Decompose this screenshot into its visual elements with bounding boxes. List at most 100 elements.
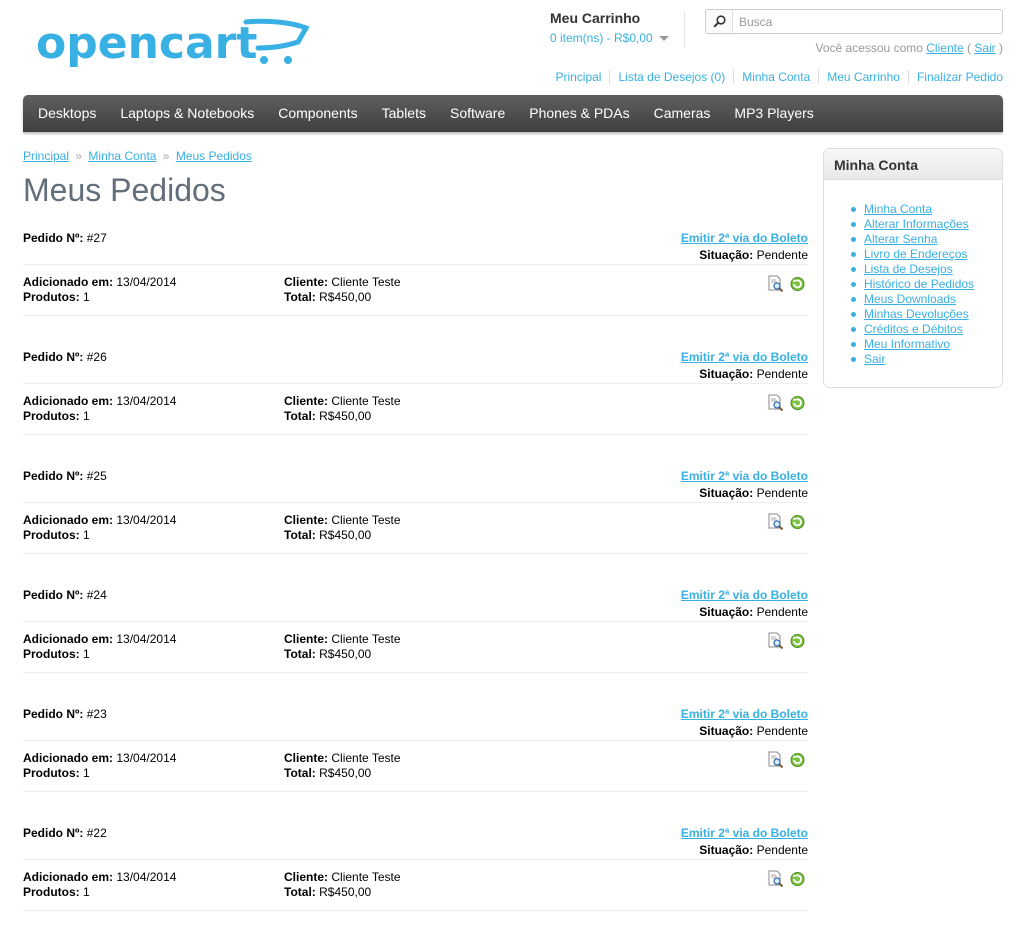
sidebar-link[interactable]: Meus Downloads (864, 292, 956, 306)
menu-item-desktops[interactable]: Desktops (26, 95, 108, 132)
products-value: 1 (83, 290, 90, 304)
date-label: Adicionado em: (23, 751, 114, 765)
menu-item-laptops[interactable]: Laptops & Notebooks (108, 95, 266, 132)
order-item: Pedido Nº: #26 Emitir 2ª via do Boleto S… (23, 340, 808, 459)
account-sidebar: Minha Conta Minha Conta Alterar Informaç… (823, 148, 1003, 388)
order-status: Situação: Pendente (699, 367, 808, 381)
view-order-icon[interactable] (767, 632, 784, 650)
boleto-link[interactable]: Emitir 2ª via do Boleto (681, 826, 808, 840)
order-item: Pedido Nº: #22 Emitir 2ª via do Boleto S… (23, 816, 808, 935)
sidebar-link[interactable]: Créditos e Débitos (864, 322, 963, 336)
products-label: Produtos: (23, 885, 80, 899)
order-status: Situação: Pendente (699, 605, 808, 619)
order-id: Pedido Nº: #24 (23, 588, 107, 602)
boleto-link[interactable]: Emitir 2ª via do Boleto (681, 231, 808, 245)
total-value: R$450,00 (319, 885, 372, 899)
menu-item-phones[interactable]: Phones & PDAs (517, 95, 641, 132)
reorder-icon[interactable] (789, 275, 806, 292)
products-value: 1 (83, 409, 90, 423)
boleto-link[interactable]: Emitir 2ª via do Boleto (681, 588, 808, 602)
view-order-icon[interactable] (767, 275, 784, 293)
view-order-icon[interactable] (767, 870, 784, 888)
menu-item-mp3[interactable]: MP3 Players (722, 95, 825, 132)
order-id-label: Pedido Nº: (23, 350, 84, 364)
customer-label: Cliente: (284, 394, 329, 408)
order-item: Pedido Nº: #25 Emitir 2ª via do Boleto S… (23, 459, 808, 578)
account-link[interactable]: Cliente (926, 41, 963, 55)
products-label: Produtos: (23, 647, 80, 661)
order-content: Adicionado em: 13/04/2014 Produtos: 1 Cl… (23, 741, 808, 792)
reorder-icon[interactable] (789, 513, 806, 530)
opencart-logo[interactable]: opencart (36, 16, 311, 76)
order-total: Total: R$450,00 (284, 290, 371, 304)
order-id: Pedido Nº: #26 (23, 350, 107, 364)
welcome-open-paren: ( (966, 41, 971, 55)
customer-label: Cliente: (284, 275, 329, 289)
breadcrumb-home[interactable]: Principal (23, 149, 69, 163)
top-link-cart[interactable]: Meu Carrinho (818, 70, 908, 84)
top-link-checkout[interactable]: Finalizar Pedido (907, 70, 1003, 84)
sidebar-item-edit-info: Alterar Informações (850, 217, 974, 232)
boleto-link[interactable]: Emitir 2ª via do Boleto (681, 469, 808, 483)
logout-link[interactable]: Sair (974, 41, 995, 55)
search-button[interactable] (706, 10, 733, 33)
reorder-icon[interactable] (789, 394, 806, 411)
cart-total[interactable]: 0 item(ns) - R$0,00 (550, 31, 669, 45)
sidebar-link[interactable]: Minha Conta (864, 202, 932, 216)
sidebar-link[interactable]: Sair (864, 352, 885, 366)
customer-value: Cliente Teste (331, 513, 401, 527)
sidebar-link[interactable]: Histórico de Pedidos (864, 277, 974, 291)
boleto-link[interactable]: Emitir 2ª via do Boleto (681, 350, 808, 364)
order-products: Produtos: 1 (23, 885, 90, 899)
cart-widget[interactable]: Meu Carrinho 0 item(ns) - R$0,00 (550, 10, 669, 45)
top-link-wishlist[interactable]: Lista de Desejos (0) (609, 70, 733, 84)
sidebar-item-password: Alterar Senha (850, 232, 974, 247)
breadcrumb: Principal » Minha Conta » Meus Pedidos (23, 149, 252, 163)
order-content: Adicionado em: 13/04/2014 Produtos: 1 Cl… (23, 503, 808, 554)
sidebar-link[interactable]: Lista de Desejos (864, 262, 953, 276)
order-list: Pedido Nº: #27 Emitir 2ª via do Boleto S… (23, 221, 808, 935)
order-actions (767, 394, 806, 412)
sidebar-link[interactable]: Meu Informativo (864, 337, 950, 351)
sidebar-link[interactable]: Livro de Endereços (864, 247, 967, 261)
top-link-home[interactable]: Principal (547, 70, 609, 84)
order-item: Pedido Nº: #23 Emitir 2ª via do Boleto S… (23, 697, 808, 816)
reorder-icon[interactable] (789, 751, 806, 768)
total-value: R$450,00 (319, 409, 372, 423)
order-total: Total: R$450,00 (284, 766, 371, 780)
order-total: Total: R$450,00 (284, 528, 371, 542)
reorder-icon[interactable] (789, 632, 806, 649)
menu-item-tablets[interactable]: Tablets (370, 95, 438, 132)
view-order-icon[interactable] (767, 751, 784, 769)
boleto-link[interactable]: Emitir 2ª via do Boleto (681, 707, 808, 721)
view-order-icon[interactable] (767, 394, 784, 412)
total-value: R$450,00 (319, 290, 372, 304)
status-value: Pendente (756, 605, 808, 619)
menu-item-cameras[interactable]: Cameras (642, 95, 723, 132)
chevron-down-icon[interactable] (658, 36, 669, 41)
breadcrumb-account[interactable]: Minha Conta (88, 149, 156, 163)
status-label: Situação: (699, 486, 754, 500)
order-products: Produtos: 1 (23, 766, 90, 780)
sidebar-link[interactable]: Alterar Senha (864, 232, 937, 246)
menu-item-components[interactable]: Components (266, 95, 369, 132)
sidebar-link[interactable]: Alterar Informações (864, 217, 969, 231)
cart-total-text[interactable]: 0 item(ns) - R$0,00 (550, 31, 653, 45)
date-value: 13/04/2014 (116, 751, 177, 765)
order-id-label: Pedido Nº: (23, 588, 84, 602)
menu-item-software[interactable]: Software (438, 95, 517, 132)
date-label: Adicionado em: (23, 513, 114, 527)
search-icon[interactable] (712, 15, 726, 28)
date-value: 13/04/2014 (116, 632, 177, 646)
reorder-icon[interactable] (789, 870, 806, 887)
status-label: Situação: (699, 724, 754, 738)
view-order-icon[interactable] (767, 513, 784, 531)
cart-title: Meu Carrinho (550, 10, 641, 26)
date-value: 13/04/2014 (116, 275, 177, 289)
sidebar-link[interactable]: Minhas Devoluções (864, 307, 969, 321)
top-link-account[interactable]: Minha Conta (733, 70, 818, 84)
products-label: Produtos: (23, 766, 80, 780)
breadcrumb-orders[interactable]: Meus Pedidos (176, 149, 252, 163)
order-customer: Cliente: Cliente Teste (284, 870, 401, 884)
search-input[interactable] (733, 11, 1002, 32)
